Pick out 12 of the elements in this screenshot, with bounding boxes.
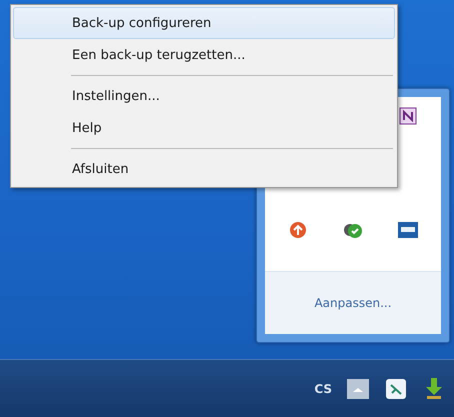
sync-icon[interactable] bbox=[342, 221, 363, 239]
download-icon[interactable] bbox=[424, 378, 444, 400]
upload-icon[interactable] bbox=[289, 221, 308, 239]
display-icon[interactable] bbox=[398, 222, 418, 238]
customize-link[interactable]: Aanpassen... bbox=[314, 296, 392, 310]
menu-item[interactable]: Help bbox=[13, 112, 395, 144]
menu-item[interactable]: Afsluiten bbox=[13, 153, 395, 185]
note-app-icon[interactable] bbox=[398, 107, 417, 125]
menu-item[interactable]: Back-up configureren bbox=[13, 7, 395, 39]
menu-item[interactable]: Een back-up terugzetten... bbox=[13, 39, 395, 71]
menu-item[interactable]: Instellingen... bbox=[13, 80, 395, 112]
language-indicator[interactable]: CS bbox=[314, 382, 332, 396]
